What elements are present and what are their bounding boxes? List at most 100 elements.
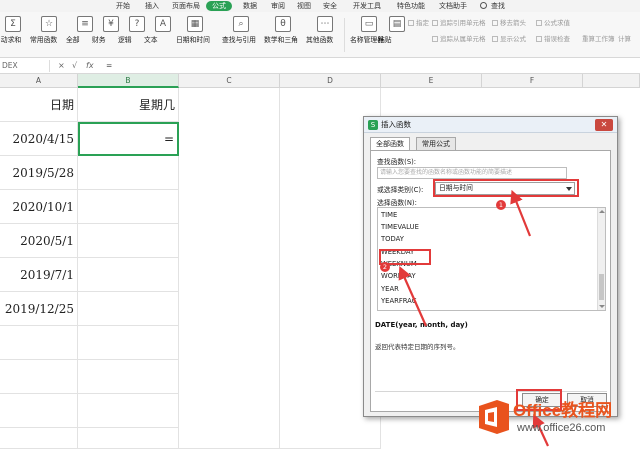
date-cell[interactable]: 2019/12/25	[0, 292, 78, 326]
text-icon: A	[155, 16, 171, 32]
common-functions-button[interactable]: ☆ 常用函数	[30, 16, 62, 54]
cell-b11[interactable]	[78, 428, 179, 449]
cell-b10[interactable]	[78, 394, 179, 428]
search-label[interactable]: 查找	[488, 1, 508, 11]
date-cell[interactable]: 2019/7/1	[0, 258, 78, 292]
autosum-button[interactable]: Σ自动求和	[0, 16, 26, 54]
tab-start[interactable]: 开始	[113, 1, 133, 11]
specify-button[interactable]: 指定	[408, 18, 429, 28]
search-icon[interactable]	[480, 2, 487, 9]
highlight-box-category	[433, 179, 579, 197]
menu-bar: 开始 插入 页面布局 公式 数据 审阅 视图 安全 开发工具 特色功能 文档助手…	[0, 0, 640, 12]
watermark: Office教程网 www.office26.com	[475, 392, 635, 444]
cell-b3[interactable]	[78, 156, 179, 190]
scroll-up-icon[interactable]	[599, 210, 605, 213]
cell-b7[interactable]	[78, 292, 179, 326]
show-formulas-button[interactable]: 显示公式	[492, 34, 526, 44]
specify-icon	[408, 20, 414, 26]
date-cell[interactable]: 2020/5/1	[0, 224, 78, 258]
fx-icon[interactable]: fx	[86, 60, 94, 72]
cell-a10[interactable]	[0, 394, 78, 428]
error-check-button[interactable]: 错误检查	[536, 34, 570, 44]
date-cell[interactable]: 2020/4/15	[0, 122, 78, 156]
date-time-button[interactable]: ▦ 日期和时间	[176, 16, 210, 54]
search-function-input[interactable]: 请输入您要查找的函数名称或函数功能的简要描述	[377, 167, 567, 179]
list-item[interactable]: YEARFRAC	[381, 296, 416, 307]
insert-function-dialog: S 插入函数 ✕ 全部函数 常用公式 查找函数(S): 请输入您要查找的函数名称…	[363, 116, 618, 417]
cell-b6[interactable]	[78, 258, 179, 292]
tab-insert[interactable]: 插入	[142, 1, 162, 11]
close-icon[interactable]: ✕	[595, 119, 613, 131]
column-header-b[interactable]: B	[78, 74, 179, 88]
list-item[interactable]: TIMEVALUE	[381, 222, 419, 233]
tab-view[interactable]: 视图	[294, 1, 314, 11]
confirm-icon[interactable]: √	[72, 60, 77, 72]
tab-formulas[interactable]: 公式	[206, 1, 232, 11]
angle-icon: θ	[275, 16, 291, 32]
paste-button[interactable]: ▤ 粘贴	[378, 16, 410, 54]
trace-dependents-button[interactable]: 追踪从属单元格	[432, 34, 486, 44]
cell-a11[interactable]	[0, 428, 78, 449]
calculate-button[interactable]: 计算	[618, 34, 631, 44]
function-signature: DATE(year, month, day)	[375, 321, 468, 329]
column-c-cells[interactable]	[179, 88, 280, 449]
formula-input[interactable]: =	[106, 60, 112, 72]
cell-b8[interactable]	[78, 326, 179, 360]
column-header-e[interactable]: E	[381, 74, 482, 88]
tab-security[interactable]: 安全	[320, 1, 340, 11]
math-trig-button[interactable]: θ 数学和三角	[264, 16, 298, 54]
active-cell-b2[interactable]: =	[78, 122, 179, 156]
recalc-workbook-button[interactable]: 重算工作簿	[582, 34, 615, 44]
list-item[interactable]: TIME	[381, 210, 397, 221]
tab-doc-assistant[interactable]: 文档助手	[436, 1, 470, 11]
cell-b5[interactable]	[78, 224, 179, 258]
dialog-title-bar[interactable]: S 插入函数 ✕	[364, 117, 617, 133]
trace-precedents-icon	[432, 20, 438, 26]
tab-review[interactable]: 审阅	[268, 1, 288, 11]
text-button[interactable]: A 文本	[144, 16, 176, 54]
trace-precedents-button[interactable]: 追踪引用单元格	[432, 18, 486, 28]
column-header-d[interactable]: D	[280, 74, 381, 88]
app-icon: S	[368, 120, 378, 130]
column-header-f[interactable]: F	[482, 74, 583, 88]
show-formulas-icon	[492, 36, 498, 42]
tab-page-layout[interactable]: 页面布局	[169, 1, 203, 11]
evaluate-formula-icon	[536, 20, 542, 26]
column-header-a[interactable]: A	[0, 74, 78, 88]
scroll-down-icon[interactable]	[599, 305, 605, 308]
list-item[interactable]: WORKDAY	[381, 271, 416, 282]
office-logo-icon	[479, 400, 509, 434]
tab-all-functions[interactable]: 全部函数	[370, 137, 410, 151]
remove-arrows-button[interactable]: 移去箭头	[492, 18, 526, 28]
date-cell[interactable]: 2020/10/1	[0, 190, 78, 224]
ribbon: Σ自动求和 ☆常用函数 ≡全部 ¥财务 ?逻辑 A文本 ▦日期和时间 ⌕查找与引…	[0, 12, 640, 58]
evaluate-formula-button[interactable]: 公式求值	[536, 18, 570, 28]
name-box[interactable]: DEX	[0, 60, 50, 72]
cell-b1[interactable]: 星期几	[78, 88, 179, 122]
trace-dependents-icon	[432, 36, 438, 42]
date-cell[interactable]: 2019/5/28	[0, 156, 78, 190]
tab-developer[interactable]: 开发工具	[350, 1, 384, 11]
scroll-thumb[interactable]	[599, 274, 604, 300]
logic-icon: ?	[129, 16, 145, 32]
other-functions-button[interactable]: ⋯ 其他函数	[306, 16, 338, 54]
cell-a9[interactable]	[0, 360, 78, 394]
column-header-c[interactable]: C	[179, 74, 280, 88]
cancel-icon[interactable]: ×	[58, 60, 65, 72]
tab-special[interactable]: 特色功能	[394, 1, 428, 11]
tab-common-formulas[interactable]: 常用公式	[416, 137, 456, 151]
remove-arrows-icon	[492, 20, 498, 26]
list-item[interactable]: TODAY	[381, 234, 404, 245]
function-description: 返回代表特定日期的序列号。	[375, 343, 460, 351]
currency-icon: ¥	[103, 16, 119, 32]
list-item[interactable]: YEAR	[381, 284, 399, 295]
cell-b9[interactable]	[78, 360, 179, 394]
list-scrollbar[interactable]	[597, 208, 605, 310]
cell-a8[interactable]	[0, 326, 78, 360]
error-check-icon	[536, 36, 542, 42]
step-marker-2: 2	[380, 262, 390, 272]
lookup-button[interactable]: ⌕ 查找与引用	[222, 16, 256, 54]
cell-b4[interactable]	[78, 190, 179, 224]
tab-data[interactable]: 数据	[240, 1, 260, 11]
cell-a1[interactable]: 日期	[0, 88, 78, 122]
